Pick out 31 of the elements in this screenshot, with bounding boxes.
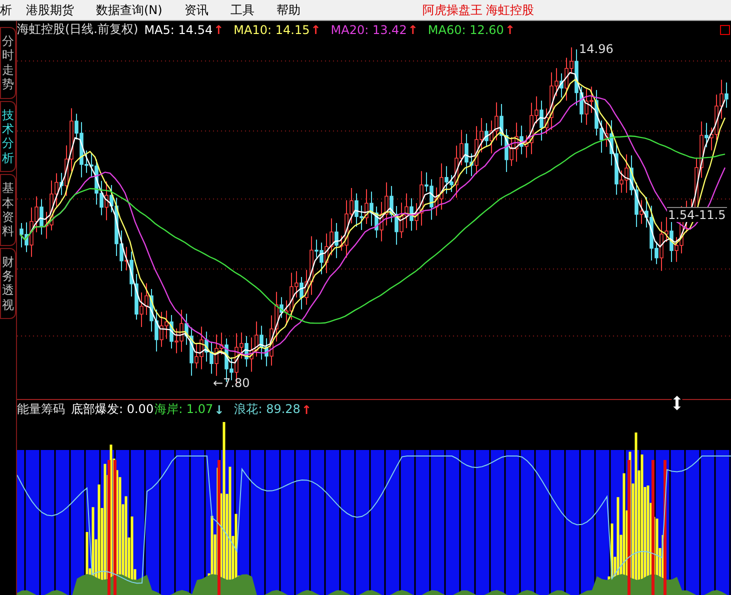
trend-arrow: ↑	[408, 22, 418, 37]
side-tab[interactable]: 分时走势	[0, 27, 16, 99]
price-range-label: 1.54-11.5	[667, 206, 727, 222]
legend-value: 浪花: 89.28	[234, 401, 300, 418]
price-label: 14.96	[579, 42, 614, 56]
app-title: 阿虎操盘王 海虹控股	[422, 2, 534, 18]
menu-item[interactable]: 帮助	[276, 2, 300, 18]
trend-arrow: ↑	[504, 22, 515, 37]
square-icon[interactable]	[720, 25, 730, 35]
legend-value: MA10: 14.15	[234, 22, 310, 37]
legend-value: MA5: 14.54	[144, 22, 213, 37]
legend-value: MA60: 12.60	[428, 22, 504, 37]
menu-item[interactable]: 析	[0, 2, 12, 18]
side-tab[interactable]: 基本资料	[0, 174, 16, 246]
chart-title: 海虹控股(日线.前复权)	[17, 21, 138, 38]
trend-arrow: ↑	[214, 22, 224, 37]
trend-arrow: ↓	[214, 402, 224, 417]
trend-arrow: ↑	[310, 22, 321, 37]
menu-item[interactable]: 数据查询(N)	[96, 2, 162, 18]
trend-arrow: ↑	[301, 402, 312, 417]
side-tab[interactable]: 技术分析	[0, 100, 16, 172]
side-tab[interactable]: 财务透视	[0, 248, 16, 320]
menu-item[interactable]: 资讯	[184, 2, 208, 18]
menu-item[interactable]: 工具	[230, 2, 254, 18]
price-label: ←7.80	[213, 376, 250, 390]
indicator-title: 能量筹码	[17, 401, 65, 418]
menu-item[interactable]: 港股期货	[26, 2, 74, 18]
legend-value: MA20: 13.42	[330, 22, 407, 37]
legend-value: 海岸: 1.07	[154, 401, 214, 418]
resize-cursor-icon	[671, 394, 683, 412]
legend-value: 底部爆发: 0.00	[71, 401, 154, 418]
